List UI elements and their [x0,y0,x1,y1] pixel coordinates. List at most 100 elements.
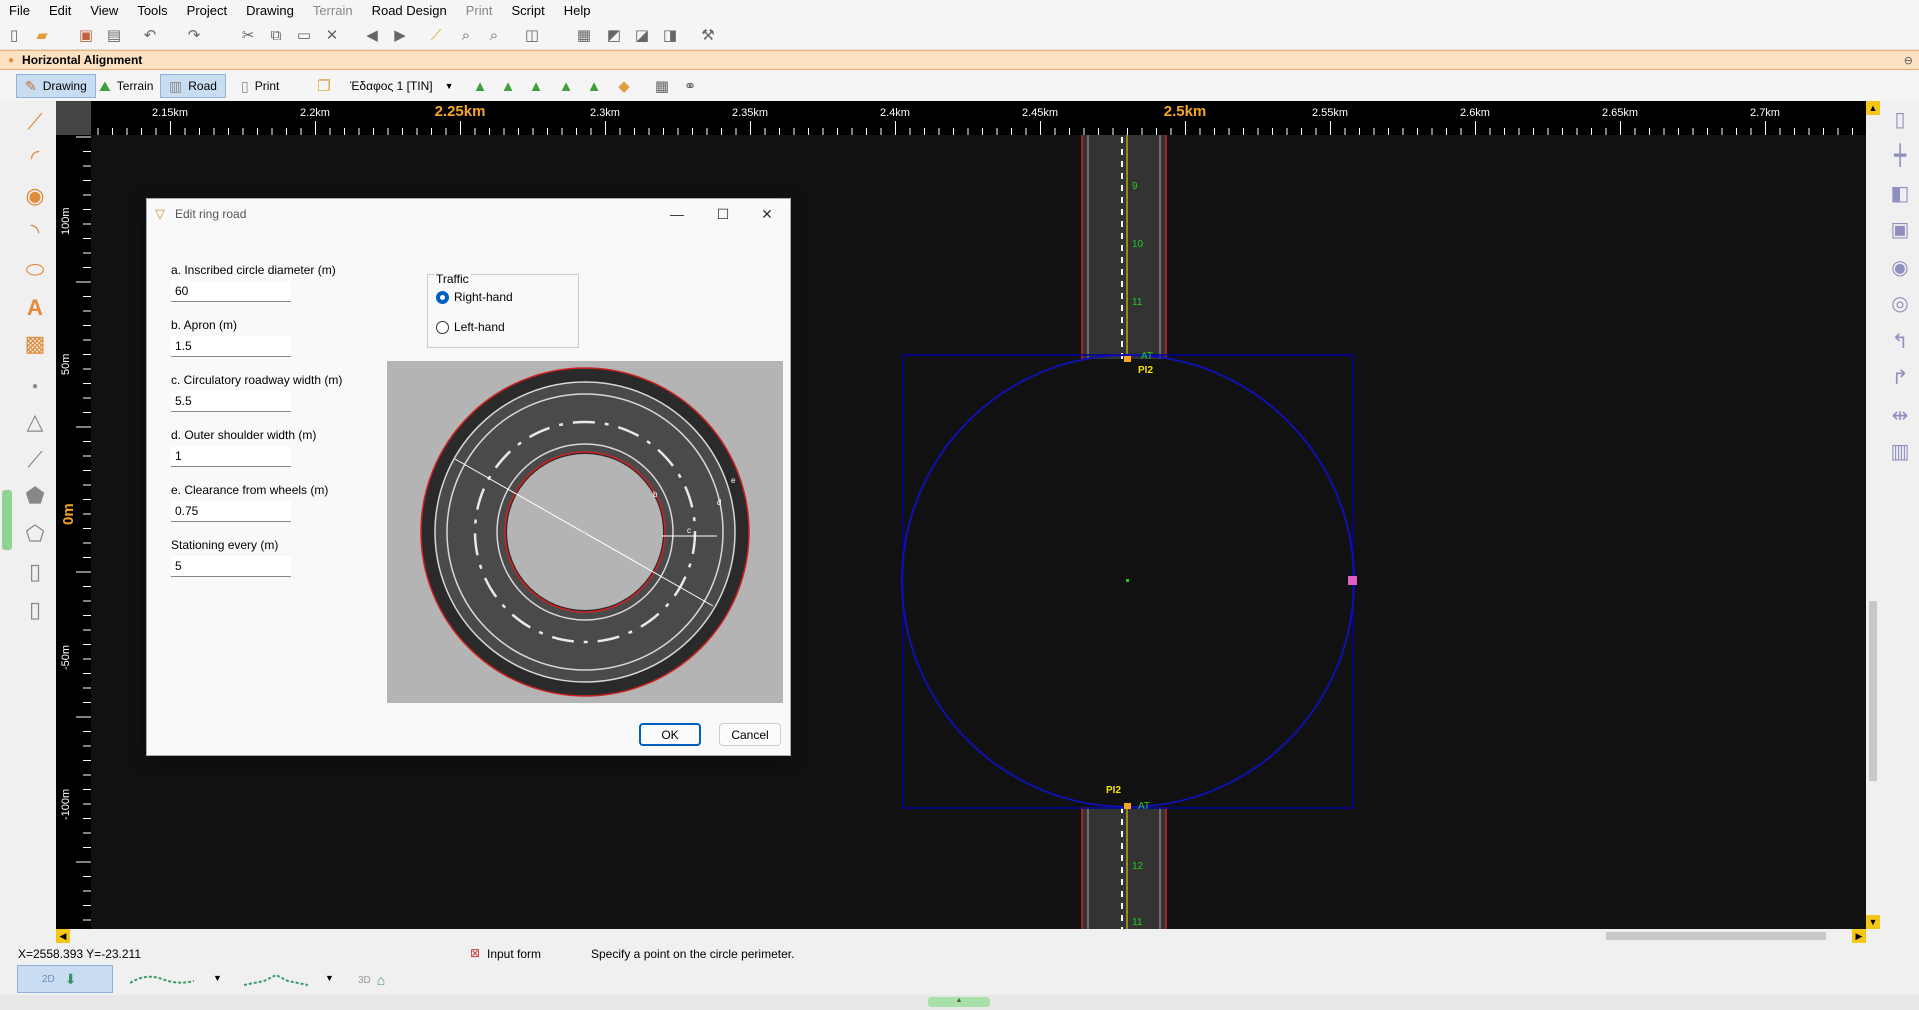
tab-terrain[interactable]: ⛰ Terrain [90,74,162,98]
pentagon-tool-icon[interactable]: ⬠ [20,519,50,549]
road-tool-6-icon[interactable]: ◎ [1888,289,1912,317]
input-form-label[interactable]: Input form [487,947,541,961]
input-form-icon[interactable]: ⊠ [470,946,480,960]
grid-icon[interactable]: ▦ [652,76,672,96]
menu-road-design[interactable]: Road Design [363,3,457,18]
hatch-tool-icon[interactable]: ▩ [20,329,50,359]
vertical-scroll-thumb[interactable] [1869,601,1877,781]
road-tool-5-icon[interactable]: ◉ [1888,253,1912,281]
close-icon[interactable]: ✕ [759,206,775,222]
horizontal-scroll-thumb[interactable] [1606,932,1826,940]
cross-section-dropdown-icon[interactable]: ▼ [325,973,334,983]
chart-icon[interactable]: ◩ [604,25,624,45]
ruler-icon[interactable]: ⟋ [426,25,446,45]
road-tool-8-icon[interactable]: ↱ [1888,363,1912,391]
road-tool-2-icon[interactable]: ┿ [1888,141,1912,169]
terrain-tool-2-icon[interactable]: ▲ [498,76,518,96]
sheet-tool-icon[interactable]: ▯ [20,557,50,587]
road-tool-3-icon[interactable]: ◧ [1888,179,1912,207]
stationing-input[interactable] [171,556,291,577]
triangle-tool-icon[interactable]: △ [20,407,50,437]
layout-icon[interactable]: ◫ [522,25,542,45]
terrain-tool-3-icon[interactable]: ▲ [526,76,546,96]
menu-print[interactable]: Print [457,3,503,18]
road-tool-4-icon[interactable]: ▣ [1888,215,1912,243]
point-tool-icon[interactable]: ● [20,371,50,401]
menu-project[interactable]: Project [178,3,237,18]
menu-drawing[interactable]: Drawing [237,3,304,18]
tab-print[interactable]: ▯ Print [232,74,288,98]
ellipse-tool-icon[interactable]: ⬭ [20,255,50,285]
terrain-tool-1-icon[interactable]: ▲ [470,76,490,96]
undo-icon[interactable]: ↶ [140,25,160,45]
apron-input[interactable] [171,336,291,357]
graph-icon[interactable]: ◨ [660,25,680,45]
curve-tool-icon[interactable]: ◝ [20,217,50,247]
view-2d-button[interactable]: 2D ⬇ [17,965,113,993]
diameter-input[interactable] [171,281,291,302]
horizontal-scrollbar[interactable]: ◀ ▶ [56,929,1866,943]
maximize-icon[interactable]: ☐ [715,206,731,222]
cut-icon[interactable]: ✂ [238,25,258,45]
zoom-window-icon[interactable]: ⌕ [484,25,504,45]
menu-script[interactable]: Script [502,3,554,18]
settings-tool-icon[interactable]: ⚒ [698,25,718,45]
surface-select[interactable]: Έδαφος 1 [TIN] ▼ [350,76,454,96]
binoculars-icon[interactable]: ⚭ [680,76,700,96]
ok-button[interactable]: OK [639,723,701,746]
minimize-icon[interactable]: — [669,206,685,222]
right-hand-label[interactable]: Right-hand [454,290,513,304]
layers-icon[interactable]: ❐ [314,76,334,96]
road-tool-1-icon[interactable]: ▯ [1888,105,1912,133]
redo-icon[interactable]: ↷ [184,25,204,45]
tab-drawing[interactable]: ✎ Drawing [16,74,96,98]
pi-top-marker[interactable] [1124,356,1131,362]
road-tool-9-icon[interactable]: ⇹ [1888,401,1912,429]
left-hand-radio[interactable] [436,321,449,334]
panel-icon[interactable]: ▦ [574,25,594,45]
vertical-scrollbar[interactable]: ▲ ▼ [1866,101,1880,929]
view-3d-button[interactable]: 3D ⌂ [358,971,385,989]
polygon-tool-icon[interactable]: ⬟ [20,481,50,511]
menu-file[interactable]: File [0,3,40,18]
circle-tool-icon[interactable]: ◉ [20,181,50,211]
roadway-width-input[interactable] [171,391,291,412]
menu-edit[interactable]: Edit [40,3,81,18]
left-panel-handle[interactable] [2,490,12,550]
back-icon[interactable]: ◀ [362,25,382,45]
dialog-titlebar[interactable]: ▽ Edit ring road — ☐ ✕ [147,199,790,229]
road-tool-10-icon[interactable]: ▥ [1888,437,1912,465]
new-file-icon[interactable]: ▯ [4,25,24,45]
open-folder-icon[interactable]: ▰ [32,25,52,45]
delete-icon[interactable]: ✕ [322,25,342,45]
line-tool-icon[interactable]: ⟋ [20,107,50,137]
terrain-tool-4-icon[interactable]: ▲ [556,76,576,96]
arc-tool-icon[interactable]: ◜ [20,143,50,173]
copy-icon[interactable]: ⧉ [266,25,286,45]
cancel-button[interactable]: Cancel [719,723,781,746]
terrain-tool-5-icon[interactable]: ▲ [584,76,604,96]
circle-grip[interactable] [1348,576,1357,585]
terrain-tool-6-icon[interactable]: ◆ [614,76,634,96]
left-hand-label[interactable]: Left-hand [454,320,505,334]
segment-tool-icon[interactable]: ⟋ [20,445,50,475]
scroll-down-icon[interactable]: ▼ [1866,915,1880,929]
zoom-icon[interactable]: ⌕ [456,25,476,45]
scroll-right-icon[interactable]: ▶ [1852,929,1866,943]
profile-view-icon[interactable] [130,971,194,989]
scroll-left-icon[interactable]: ◀ [56,929,70,943]
tab-road[interactable]: ▥ Road [160,74,226,98]
pi-bottom-marker[interactable] [1124,803,1131,809]
menu-tools[interactable]: Tools [128,3,177,18]
save-icon[interactable]: ▣ [76,25,96,45]
save-as-icon[interactable]: ▤ [104,25,124,45]
profile-dropdown-icon[interactable]: ▼ [213,973,222,983]
forward-icon[interactable]: ▶ [390,25,410,45]
paste-icon[interactable]: ▭ [294,25,314,45]
text-tool-icon[interactable]: A [20,293,50,323]
bottom-panel-handle[interactable]: ▲ [928,997,990,1007]
collapse-icon[interactable]: ⊖ [1904,54,1913,67]
menu-terrain[interactable]: Terrain [304,3,363,18]
profile-icon[interactable]: ◪ [632,25,652,45]
sheet-outline-tool-icon[interactable]: ▯ [20,595,50,625]
